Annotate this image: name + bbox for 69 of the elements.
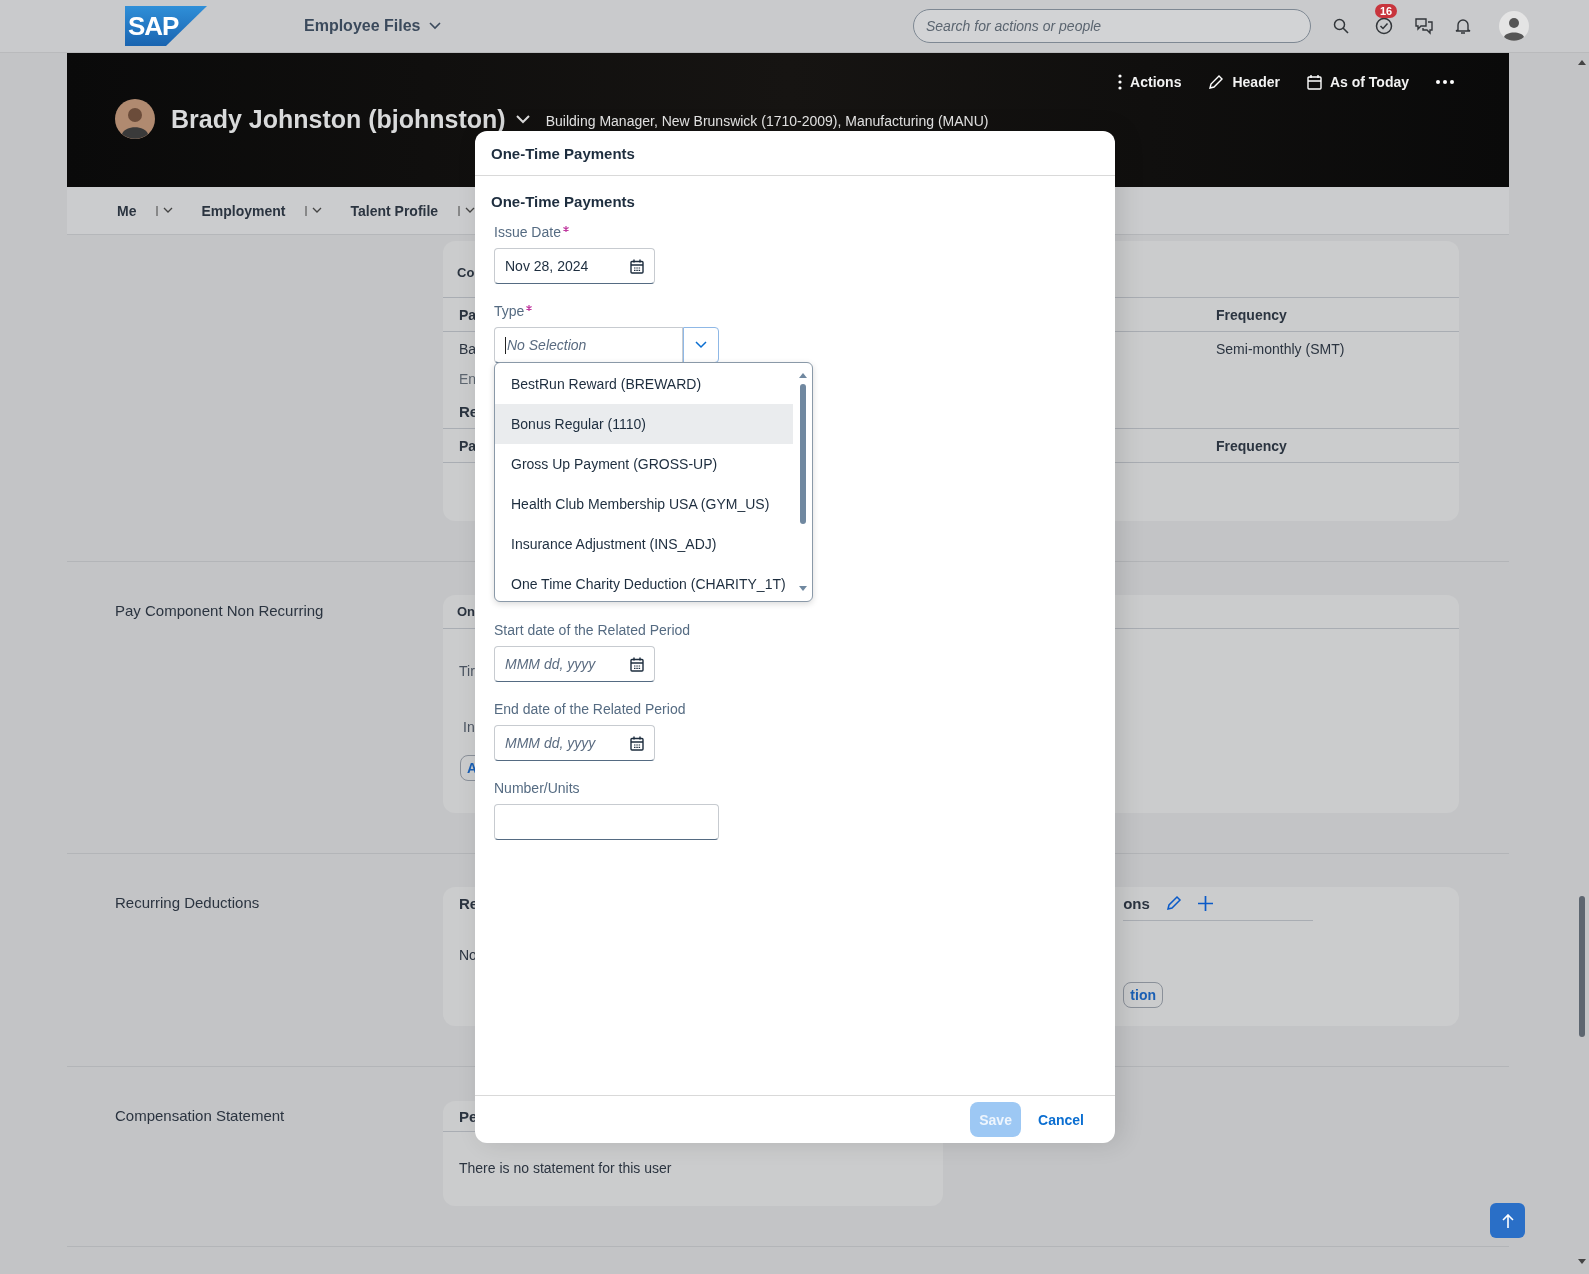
card-text: In [463, 719, 475, 735]
form-heading: One-Time Payments [491, 193, 636, 210]
field-label: Start date of the Related Period [494, 622, 691, 638]
required-icon [526, 305, 533, 311]
column-header: Frequency [1216, 437, 1288, 454]
chat-icon[interactable] [1415, 17, 1433, 35]
field-label: End date of the Related Period [494, 701, 686, 717]
section-label: Compensation Statement [115, 1107, 285, 1124]
dropdown-option[interactable]: Gross Up Payment (GROSS-UP) [495, 444, 793, 484]
dropdown-option[interactable]: Insurance Adjustment (INS_ADJ) [495, 524, 793, 564]
note-text: En [459, 370, 477, 389]
field-label: Number/Units [494, 780, 580, 796]
card-title: ons [1123, 894, 1150, 912]
column-header: Pa [459, 437, 477, 454]
number-field[interactable] [494, 804, 719, 840]
section-label: Recurring Deductions [115, 894, 260, 911]
add-button[interactable]: tion [1123, 982, 1163, 1008]
calendar-icon[interactable] [630, 656, 644, 672]
employee-name: Brady Johnston (bjohnston) [171, 104, 506, 134]
notification-badge: 16 [1375, 4, 1398, 18]
dropdown-option[interactable]: One Time Charity Deduction (CHARITY_1T) [495, 564, 793, 601]
field-label: Issue Date [494, 224, 561, 240]
select-field[interactable]: No Selection [494, 327, 683, 363]
date-field[interactable]: Nov 28, 2024 [494, 248, 655, 284]
cancel-button[interactable]: Cancel [1029, 1102, 1093, 1137]
date-field[interactable]: MMM dd, yyyy [494, 646, 655, 682]
employee-subtitle: Building Manager, New Brunswick (1710-2009), Manufacturing (MANU) [545, 113, 989, 129]
kebab-icon[interactable] [1118, 74, 1123, 90]
header-action[interactable]: Header [1208, 72, 1280, 92]
card-text: Tir [459, 663, 475, 679]
column-header: Frequency [1216, 306, 1288, 323]
arrow-up-icon[interactable] [1501, 1213, 1514, 1228]
plus-icon[interactable] [1197, 895, 1213, 911]
card-title: Co [457, 264, 475, 282]
table-cell-text: Semi-monthly (SMT) [1216, 340, 1346, 357]
search-field[interactable]: Search for actions or people [913, 9, 1311, 43]
field-label: Type [494, 303, 525, 319]
required-icon [562, 226, 569, 232]
table-cell: Ba [459, 340, 477, 357]
dropdown-icon[interactable] [458, 204, 477, 217]
bell-icon[interactable] [1455, 17, 1471, 35]
scroll-to-top-button[interactable] [1490, 1203, 1525, 1238]
tab[interactable]: Talent Profile [350, 187, 439, 234]
card-title: On [457, 604, 476, 619]
profile-avatar [115, 99, 155, 139]
user-avatar[interactable] [1499, 11, 1529, 41]
header-action[interactable]: Actions [1118, 72, 1182, 92]
more-icon[interactable] [1436, 80, 1454, 84]
dropdown-option[interactable]: BestRun Reward (BREWARD) [495, 364, 793, 404]
calendar-icon[interactable] [630, 735, 644, 751]
dialog-title: One-Time Payments [491, 144, 635, 162]
tab[interactable]: Me [117, 187, 137, 234]
calendar-icon[interactable] [630, 258, 644, 274]
card-text: There is no statement for this user [458, 1159, 673, 1176]
dropdown-icon[interactable] [305, 204, 324, 217]
header-action[interactable]: As of Today [1306, 72, 1409, 92]
dropdown-option[interactable]: Health Club Membership USA (GYM_US) [495, 484, 793, 524]
dropdown-option[interactable]: Bonus Regular (1110) [495, 404, 793, 444]
check-circle-icon[interactable] [1375, 17, 1393, 35]
column-header: Pa [459, 306, 477, 323]
calendar-icon[interactable] [1306, 74, 1322, 90]
dropdown-icon[interactable] [156, 204, 175, 217]
tab[interactable]: Employment [201, 187, 286, 234]
search-icon[interactable] [1333, 18, 1349, 34]
section-label: Pay Component Non Recurring [115, 602, 324, 619]
dropdown-button[interactable] [683, 327, 719, 363]
date-field[interactable]: MMM dd, yyyy [494, 725, 655, 761]
app-title-menu[interactable]: Employee Files [304, 17, 441, 35]
logo[interactable]: SAP [125, 6, 207, 46]
